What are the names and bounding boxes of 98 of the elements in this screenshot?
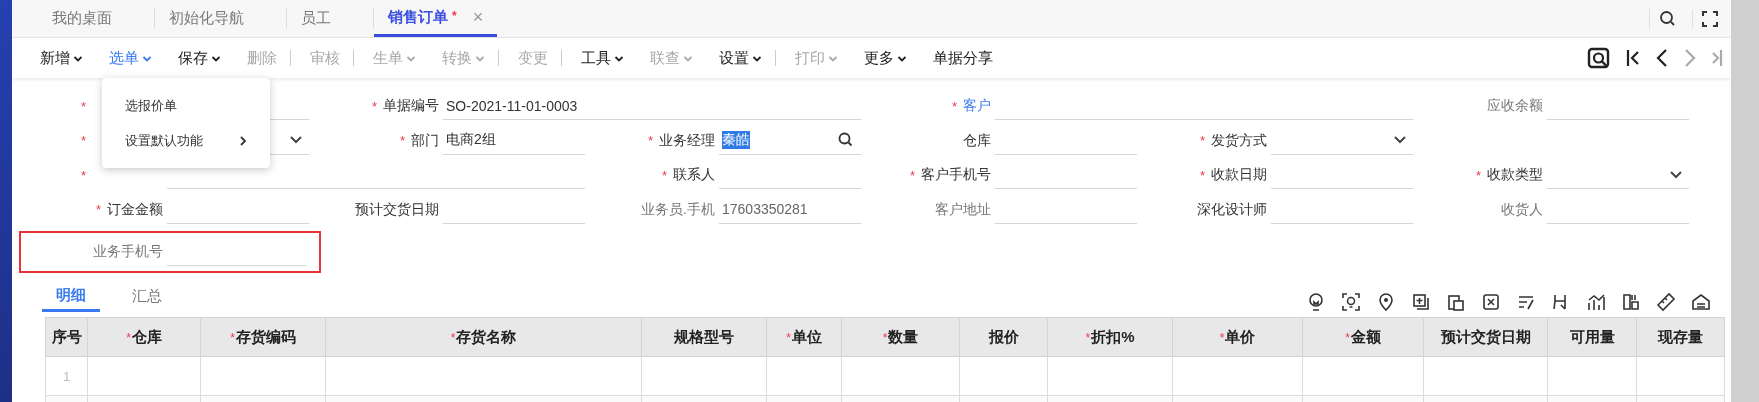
required-mark: *	[1345, 330, 1350, 345]
column-label: 预计交货日期	[1440, 327, 1531, 345]
field-label: 订金金额	[107, 200, 163, 219]
required-mark: *	[909, 167, 915, 183]
field-label: 部门	[411, 131, 439, 150]
tab[interactable]: 汇总	[118, 287, 176, 312]
column-label: 序号	[51, 327, 82, 345]
field-label: 业务经理	[659, 131, 715, 150]
close-button[interactable]: ×	[472, 6, 484, 28]
toolbar-button[interactable]: 工具	[574, 44, 631, 72]
required-mark: *	[951, 98, 957, 114]
chevron-down-icon[interactable]	[897, 55, 907, 63]
toolbar-button[interactable]: 新增	[33, 44, 90, 72]
column-label: 仓库	[131, 327, 162, 345]
chart-icon[interactable]	[1586, 292, 1606, 312]
chevron-down-icon[interactable]	[73, 55, 83, 63]
field-label: 收款日期	[1211, 166, 1267, 184]
first-page-icon[interactable]	[1625, 47, 1641, 69]
chevron-down-icon[interactable]	[1669, 169, 1683, 180]
tab[interactable]: 明细	[42, 286, 100, 312]
ruler-icon[interactable]	[1656, 292, 1676, 312]
scan-icon[interactable]	[1341, 292, 1361, 312]
field-label: 业务员.手机	[641, 200, 715, 219]
field-label: 业务手机号	[93, 243, 163, 261]
menu-item[interactable]: 选报价单	[102, 88, 270, 123]
column-label: 可用量	[1569, 327, 1615, 345]
field-label: 收款类型	[1487, 166, 1543, 184]
required-mark: *	[661, 167, 667, 183]
input-field[interactable]: 电商2组	[443, 126, 585, 155]
grid-icon[interactable]	[1621, 292, 1641, 312]
column-label: 单位	[791, 327, 822, 345]
column-label: 报价	[988, 327, 1019, 345]
chevron-down-icon[interactable]	[289, 135, 303, 145]
toolbar-button[interactable]: 设置	[712, 44, 769, 72]
required-mark: *	[81, 98, 87, 114]
required-mark: *	[1475, 167, 1481, 183]
required-mark: *	[786, 330, 791, 345]
required-mark: *	[371, 98, 377, 114]
required-mark: *	[81, 133, 87, 148]
box-icon[interactable]	[1481, 292, 1501, 312]
preview-icon[interactable]	[1587, 46, 1611, 70]
search-icon[interactable]	[837, 131, 855, 149]
tab[interactable]: 初始化导航	[155, 0, 258, 37]
field-label: 深化设计师	[1197, 200, 1267, 219]
tab[interactable]: 我的桌面	[38, 0, 126, 37]
menu-item[interactable]: 设置默认功能	[102, 123, 270, 158]
add-copy-icon[interactable]	[1411, 292, 1431, 312]
input-field[interactable]: 17603350281	[719, 195, 861, 224]
chevron-down-icon[interactable]	[614, 55, 624, 63]
column-label: 金额	[1350, 327, 1381, 345]
field-label: 发货方式	[1211, 131, 1267, 150]
toolbar-button[interactable]: 选单	[102, 44, 159, 72]
fullscreen-icon[interactable]	[1692, 9, 1719, 28]
required-mark: *	[126, 330, 131, 345]
previous-icon[interactable]	[1655, 47, 1669, 69]
column-label: 折扣%	[1091, 327, 1135, 345]
field-label: 客户地址	[935, 200, 991, 219]
clipboard-icon[interactable]	[1446, 292, 1466, 312]
field-label: 客户手机号	[921, 166, 991, 184]
field-label[interactable]: 客户	[963, 97, 991, 115]
column-label: 规格型号	[674, 327, 734, 345]
field-label: 联系人	[673, 166, 715, 184]
tab[interactable]: 员工	[287, 0, 345, 37]
toolbar-button[interactable]: 保存	[171, 44, 228, 72]
input-field[interactable]: SO-2021-11-01-0003	[443, 92, 861, 120]
required-mark: *	[1219, 330, 1225, 345]
required-mark: *	[647, 133, 653, 148]
input-field[interactable]: 秦皓	[719, 126, 861, 155]
tab[interactable]: 销售订单 * ×	[374, 0, 498, 37]
required-mark: *	[1199, 133, 1205, 148]
modified-mark: *	[452, 9, 457, 23]
house-icon[interactable]	[1691, 292, 1711, 312]
required-mark: *	[95, 202, 101, 217]
row-number: 1	[45, 356, 88, 396]
column-label: 现存量	[1658, 327, 1703, 345]
chevron-down-icon[interactable]	[211, 55, 221, 63]
column-label: 单价	[1225, 327, 1256, 345]
required-mark: *	[399, 133, 405, 148]
toolbar-button[interactable]: 单据分享	[926, 44, 1000, 72]
field-label: 预计交货日期	[355, 200, 439, 219]
column-label: 存货编码	[235, 327, 296, 345]
column-label: 存货名称	[456, 327, 517, 345]
field-label: 应收余额	[1487, 97, 1543, 115]
chevron-down-icon[interactable]	[1393, 135, 1407, 145]
pin-icon[interactable]	[1376, 292, 1396, 312]
required-mark: *	[450, 330, 456, 345]
required-mark: *	[230, 330, 235, 345]
chevron-down-icon[interactable]	[752, 55, 762, 63]
column-label: 数量	[888, 327, 919, 345]
field-label: 仓库	[963, 131, 991, 150]
required-mark: *	[1199, 167, 1205, 183]
bulb-icon[interactable]	[1306, 292, 1326, 312]
required-mark: *	[882, 330, 888, 345]
required-mark: *	[1085, 330, 1091, 345]
toolbar-button[interactable]: 更多	[857, 44, 914, 72]
required-mark: *	[81, 167, 87, 183]
field-label: 单据编号	[383, 97, 439, 115]
field-label: 收货人	[1501, 200, 1543, 219]
